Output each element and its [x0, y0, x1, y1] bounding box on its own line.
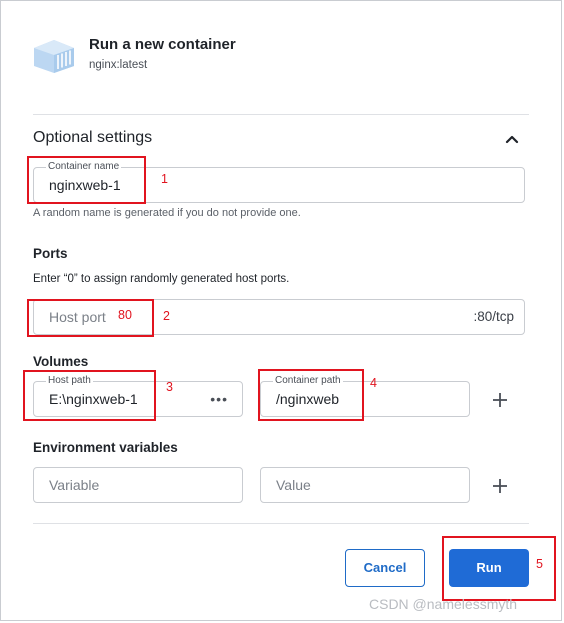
add-volume-plus-icon[interactable]: [490, 390, 510, 410]
env-variable-field[interactable]: [33, 467, 243, 503]
dialog-title: Run a new container: [89, 36, 236, 53]
env-value-input[interactable]: [276, 468, 446, 502]
docker-image-icon: [34, 40, 74, 73]
annotation-number-2: 2: [163, 309, 170, 323]
divider-top: [33, 114, 529, 115]
env-variable-input[interactable]: [49, 468, 219, 502]
chevron-up-icon[interactable]: [503, 131, 521, 147]
cancel-button[interactable]: Cancel: [345, 549, 425, 587]
ports-hint: Enter “0” to assign randomly generated h…: [33, 273, 290, 285]
annotation-box-3: [23, 370, 156, 421]
optional-settings-title: Optional settings: [33, 129, 153, 146]
volumes-title: Volumes: [33, 354, 89, 369]
annotation-number-3: 3: [166, 380, 173, 394]
env-title: Environment variables: [33, 440, 178, 455]
annotation-number-5: 5: [536, 557, 543, 571]
add-env-plus-icon[interactable]: [490, 476, 510, 496]
annotation-box-1: [27, 156, 146, 204]
container-port-label: :80/tcp: [473, 309, 514, 324]
env-value-field[interactable]: [260, 467, 470, 503]
divider-bottom: [33, 523, 529, 524]
container-name-helper: A random name is generated if you do not…: [33, 207, 301, 219]
annotation-box-2: [27, 299, 154, 337]
ports-title: Ports: [33, 246, 68, 261]
annotation-number-1: 1: [161, 172, 168, 186]
browse-button[interactable]: •••: [210, 391, 228, 407]
image-name: nginx:latest: [89, 59, 148, 71]
annotation-number-4: 4: [370, 376, 377, 390]
watermark: CSDN @namelessmyth: [369, 596, 518, 612]
annotation-box-4: [258, 369, 364, 421]
